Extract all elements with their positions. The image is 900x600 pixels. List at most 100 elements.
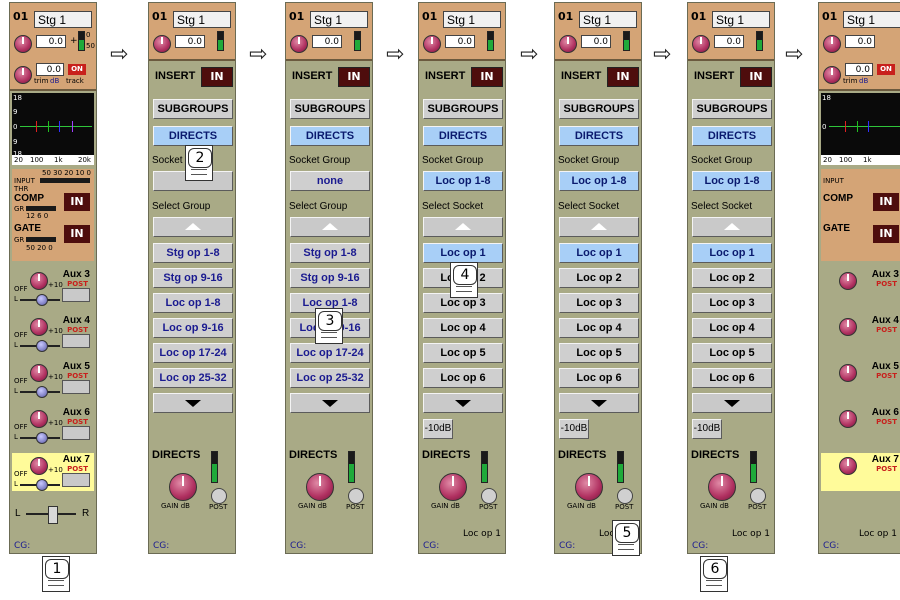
gain-knob[interactable] (153, 35, 171, 53)
directs-post-button[interactable] (750, 488, 766, 504)
channel-name-field[interactable]: Stg 1 (173, 11, 231, 28)
comp-in-button[interactable]: IN (873, 193, 899, 211)
channel-name-field[interactable]: Stg 1 (310, 11, 368, 28)
gain-knob[interactable] (423, 35, 441, 53)
scroll-down-button[interactable] (423, 393, 503, 413)
socket-option[interactable]: Loc op 6 (423, 368, 503, 388)
insert-in-button[interactable]: IN (607, 67, 639, 87)
socket-option[interactable]: Loc op 6 (692, 368, 772, 388)
directs-gain-knob[interactable] (708, 473, 736, 501)
insert-in-button[interactable]: IN (740, 67, 772, 87)
socket-option[interactable]: Loc op 1 (559, 243, 639, 263)
socket-option[interactable]: Loc op 4 (559, 318, 639, 338)
socket-group-button[interactable]: none (290, 171, 370, 191)
group-option[interactable]: Stg op 1-8 (290, 243, 370, 263)
aux-level-knob[interactable] (30, 410, 48, 428)
gain-knob[interactable] (692, 35, 710, 53)
aux-level-knob[interactable] (839, 272, 857, 290)
insert-in-button[interactable]: IN (201, 67, 233, 87)
socket-option[interactable]: Loc op 5 (559, 343, 639, 363)
directs-gain-knob[interactable] (439, 473, 467, 501)
aux-pan-knob[interactable] (36, 386, 48, 398)
directs-button[interactable]: DIRECTS (153, 126, 233, 146)
minus10db-button[interactable]: -10dB (423, 419, 453, 439)
aux-pan-knob[interactable] (36, 479, 48, 491)
socket-option[interactable]: Loc op 3 (692, 293, 772, 313)
aux-on-button[interactable] (62, 426, 90, 440)
gate-in-button[interactable]: IN (64, 225, 90, 243)
channel-name-field[interactable]: Stg 1 (712, 11, 770, 28)
subgroups-button[interactable]: SUBGROUPS (290, 99, 370, 119)
eq-display[interactable]: 18 9 0 9 18 20 100 1k 20k (12, 93, 94, 165)
channel-name-field[interactable]: Stg 1 (843, 11, 900, 28)
channel-name-field[interactable]: Stg 1 (443, 11, 501, 28)
directs-button[interactable]: DIRECTS (290, 126, 370, 146)
aux-pan-knob[interactable] (36, 340, 48, 352)
group-option[interactable]: Loc op 17-24 (153, 343, 233, 363)
group-option[interactable]: Stg op 1-8 (153, 243, 233, 263)
gain-knob[interactable] (559, 35, 577, 53)
aux-on-button[interactable] (62, 288, 90, 302)
directs-post-button[interactable] (211, 488, 227, 504)
directs-button[interactable]: DIRECTS (692, 126, 772, 146)
directs-gain-knob[interactable] (306, 473, 334, 501)
group-option[interactable]: Loc op 9-16 (153, 318, 233, 338)
group-option[interactable]: Loc op 25-32 (290, 368, 370, 388)
scroll-up-button[interactable] (692, 217, 772, 237)
scroll-down-button[interactable] (692, 393, 772, 413)
channel-name-field[interactable]: Stg 1 (579, 11, 637, 28)
trim-value[interactable]: 0.0 (845, 63, 873, 76)
socket-option[interactable]: Loc op 2 (692, 268, 772, 288)
socket-option[interactable]: Loc op 6 (559, 368, 639, 388)
group-option[interactable]: Loc op 1-8 (153, 293, 233, 313)
group-option[interactable]: Stg op 9-16 (153, 268, 233, 288)
socket-option[interactable]: Loc op 5 (692, 343, 772, 363)
group-option[interactable]: Loc op 17-24 (290, 343, 370, 363)
aux-level-knob[interactable] (30, 272, 48, 290)
gain-value[interactable]: 0.0 (845, 35, 875, 48)
scroll-up-button[interactable] (153, 217, 233, 237)
aux-on-button[interactable] (62, 334, 90, 348)
gain-value[interactable]: 0.0 (175, 35, 205, 48)
directs-post-button[interactable] (348, 488, 364, 504)
subgroups-button[interactable]: SUBGROUPS (153, 99, 233, 119)
aux-level-knob[interactable] (30, 364, 48, 382)
gain-value[interactable]: 0.0 (312, 35, 342, 48)
insert-in-button[interactable]: IN (471, 67, 503, 87)
gain-value[interactable]: 0.0 (445, 35, 475, 48)
socket-option[interactable]: Loc op 1 (423, 243, 503, 263)
subgroups-button[interactable]: SUBGROUPS (692, 99, 772, 119)
gain-knob[interactable] (14, 35, 32, 53)
insert-in-button[interactable]: IN (338, 67, 370, 87)
scroll-up-button[interactable] (290, 217, 370, 237)
pan-slider[interactable] (48, 506, 58, 524)
channel-name-field[interactable]: Stg 1 (34, 11, 92, 28)
minus10db-button[interactable]: -10dB (692, 419, 722, 439)
socket-option[interactable]: Loc op 2 (559, 268, 639, 288)
gain-knob[interactable] (823, 35, 841, 53)
subgroups-button[interactable]: SUBGROUPS (423, 99, 503, 119)
aux-level-knob[interactable] (839, 364, 857, 382)
scroll-down-button[interactable] (290, 393, 370, 413)
gain-value[interactable]: 0.0 (714, 35, 744, 48)
track-on-button[interactable]: ON (877, 64, 895, 75)
directs-button[interactable]: DIRECTS (423, 126, 503, 146)
socket-group-button[interactable]: Loc op 1-8 (423, 171, 503, 191)
directs-post-button[interactable] (617, 488, 633, 504)
directs-gain-knob[interactable] (575, 473, 603, 501)
socket-group-button[interactable]: Loc op 1-8 (692, 171, 772, 191)
directs-gain-knob[interactable] (169, 473, 197, 501)
trim-value[interactable]: 0.0 (36, 63, 64, 76)
directs-button[interactable]: DIRECTS (559, 126, 639, 146)
socket-option[interactable]: Loc op 1 (692, 243, 772, 263)
track-on-button[interactable]: ON (68, 64, 86, 75)
aux-on-button[interactable] (62, 380, 90, 394)
directs-post-button[interactable] (481, 488, 497, 504)
gate-in-button[interactable]: IN (873, 225, 899, 243)
scroll-up-button[interactable] (559, 217, 639, 237)
gain-knob[interactable] (290, 35, 308, 53)
aux-level-knob[interactable] (30, 318, 48, 336)
trim-knob[interactable] (823, 66, 841, 84)
aux-on-button[interactable] (62, 473, 90, 487)
scroll-up-button[interactable] (423, 217, 503, 237)
